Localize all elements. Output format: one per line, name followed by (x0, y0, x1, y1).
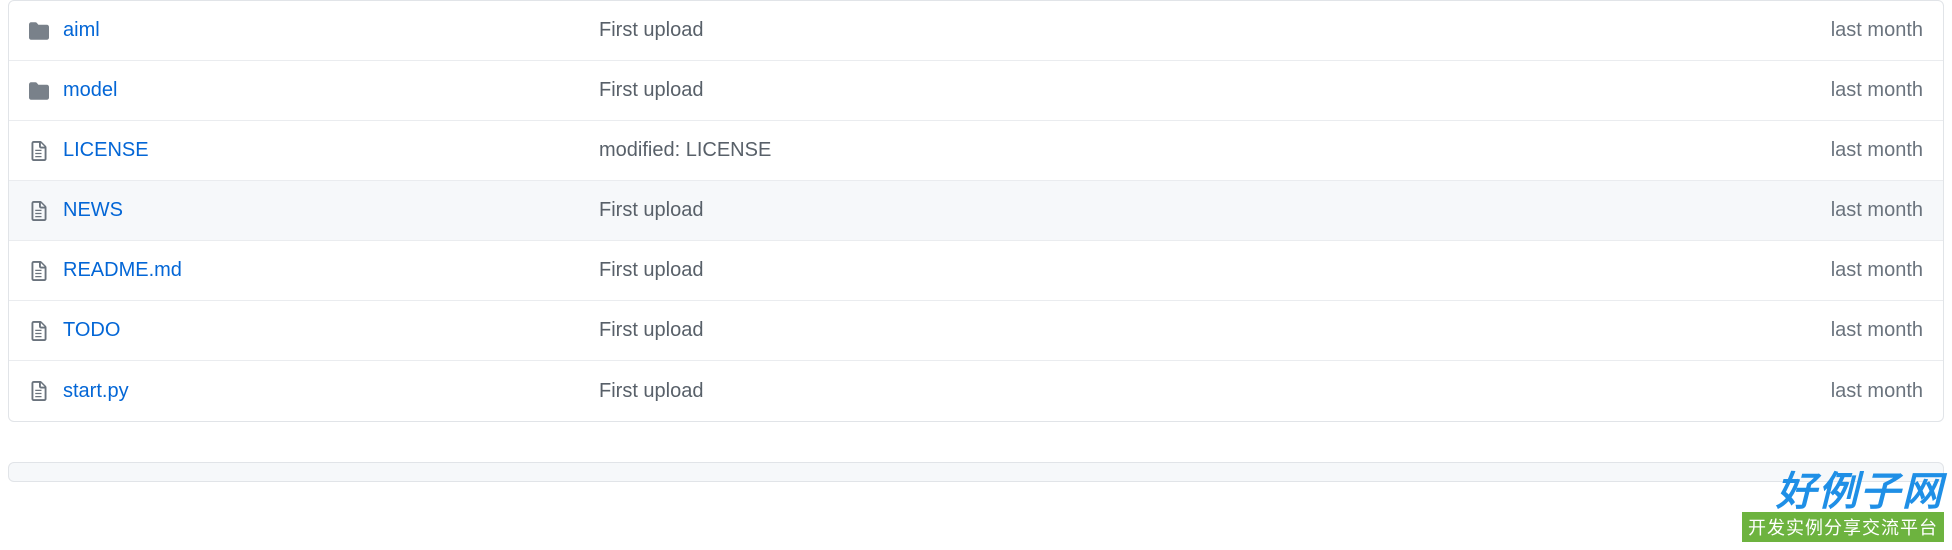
file-row[interactable]: LICENSE modified: LICENSElast month (9, 121, 1943, 181)
file-name-cell: aiml (29, 19, 599, 42)
file-name-cell: LICENSE (29, 139, 599, 162)
file-name-cell: model (29, 79, 599, 102)
file-icon (29, 141, 49, 161)
file-name-cell: start.py (29, 380, 599, 403)
file-name-link[interactable]: TODO (63, 319, 120, 342)
commit-time: last month (1811, 19, 1923, 42)
commit-time: last month (1811, 79, 1923, 102)
commit-message[interactable]: First upload (599, 19, 1811, 42)
file-row[interactable]: NEWS First uploadlast month (9, 181, 1943, 241)
file-list: aimlFirst uploadlast monthmodelFirst upl… (8, 0, 1944, 422)
file-icon (29, 201, 49, 221)
watermark-subtitle: 开发实例分享交流平台 (1742, 512, 1944, 542)
commit-message[interactable]: First upload (599, 199, 1811, 222)
folder-icon (29, 21, 49, 41)
commit-message[interactable]: First upload (599, 319, 1811, 342)
file-name-cell: TODO (29, 319, 599, 342)
commit-time: last month (1811, 319, 1923, 342)
file-icon (29, 261, 49, 281)
commit-time: last month (1811, 139, 1923, 162)
commit-time: last month (1811, 259, 1923, 282)
file-name-link[interactable]: model (63, 79, 117, 102)
readme-box-top (8, 462, 1944, 482)
file-row[interactable]: README.md First uploadlast month (9, 241, 1943, 301)
commit-time: last month (1811, 380, 1923, 403)
commit-message[interactable]: First upload (599, 259, 1811, 282)
watermark: 好例子网 开发实例分享交流平台 (1742, 472, 1944, 542)
file-icon (29, 321, 49, 341)
spacer (0, 422, 1952, 462)
file-row[interactable]: start.py First uploadlast month (9, 361, 1943, 421)
file-name-link[interactable]: LICENSE (63, 139, 149, 162)
commit-message[interactable]: First upload (599, 380, 1811, 403)
file-name-cell: NEWS (29, 199, 599, 222)
file-name-link[interactable]: start.py (63, 380, 129, 403)
file-row[interactable]: aiml First uploadlast month (9, 1, 1943, 61)
folder-icon (29, 81, 49, 101)
commit-message[interactable]: First upload (599, 79, 1811, 102)
file-name-link[interactable]: NEWS (63, 199, 123, 222)
commit-time: last month (1811, 199, 1923, 222)
commit-message[interactable]: modified: LICENSE (599, 139, 1811, 162)
file-name-link[interactable]: aiml (63, 19, 100, 42)
file-row[interactable]: model First uploadlast month (9, 61, 1943, 121)
file-row[interactable]: TODO First uploadlast month (9, 301, 1943, 361)
file-name-cell: README.md (29, 259, 599, 282)
file-icon (29, 381, 49, 401)
file-name-link[interactable]: README.md (63, 259, 182, 282)
